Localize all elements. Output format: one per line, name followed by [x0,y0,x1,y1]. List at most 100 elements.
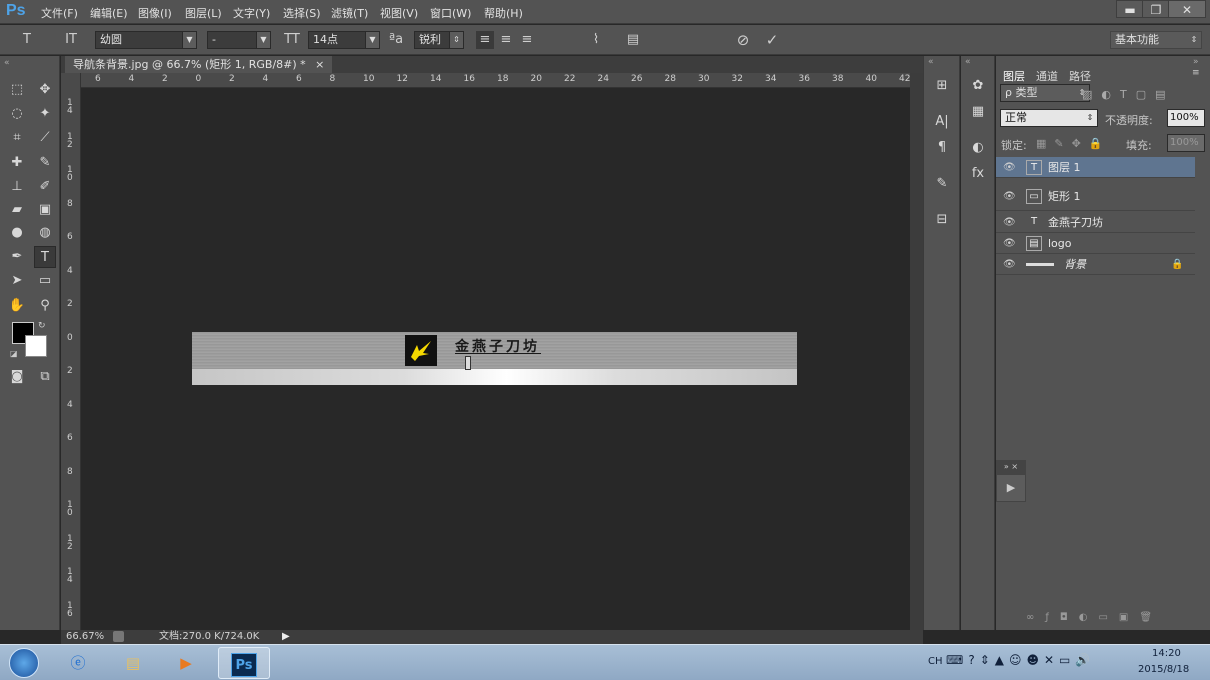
clock-date[interactable]: 2015/8/18 [1138,664,1189,675]
tab-paths[interactable]: 路径 [1069,68,1091,84]
nav-banner-artwork[interactable]: 金燕子刀坊 [192,332,797,385]
collapse-toolbox-icon[interactable]: « [4,58,10,68]
align-center-icon[interactable]: ≡ [497,31,515,49]
close-tab-icon[interactable]: × [315,58,324,71]
background-color-swatch[interactable] [25,335,47,357]
expand-dock-icon[interactable]: « [965,57,971,67]
adjustments-panel-icon[interactable]: ◐ [968,138,988,158]
expand-dock-icon[interactable]: « [928,57,934,67]
close-window-button[interactable]: ✕ [1168,0,1206,18]
restore-button[interactable]: ❐ [1142,0,1170,18]
photoshop-taskbar-icon[interactable]: Ps [218,647,270,679]
actions-play-icon[interactable]: ▶ [996,474,1026,502]
layer-row[interactable]: 👁 ▤ logo [996,233,1195,254]
visibility-eye-icon[interactable]: 👁 [1003,157,1016,178]
eyedropper-tool-icon[interactable]: ⟋ [34,127,56,149]
properties-panel-icon[interactable]: ⊟ [932,210,952,230]
visibility-eye-icon[interactable]: 👁 [1003,212,1016,233]
brush-panel-icon[interactable]: ✎ [932,174,952,194]
warp-text-icon[interactable]: ⌇ [587,31,605,49]
path-selection-tool-icon[interactable]: ➤ [6,270,28,292]
styles-panel-icon[interactable]: fx [968,164,988,184]
menu-help[interactable]: 帮助(H) [484,5,523,21]
antialias-select[interactable]: 锐利 ⇕ [414,31,464,49]
media-player-icon[interactable]: ▶ [164,647,208,679]
swatches-panel-icon[interactable]: ▦ [968,102,988,122]
tab-channels[interactable]: 通道 [1036,68,1058,84]
crop-tool-icon[interactable]: ⌗ [6,127,28,149]
menu-window[interactable]: 窗口(W) [430,5,471,21]
input-language[interactable]: CH [928,656,943,667]
history-panel-icon[interactable]: ⊞ [932,76,952,96]
zoom-tool-icon[interactable]: ⚲ [34,295,56,317]
fill-input[interactable]: 100% [1167,134,1205,152]
file-explorer-icon[interactable]: ▤ [111,647,155,679]
eraser-tool-icon[interactable]: ▰ [6,199,28,221]
document-tab[interactable]: 导航条背景.jpg @ 66.7% (矩形 1, RGB/8#) * × [65,56,333,73]
layer-row[interactable]: 👁 背景 🔒 [996,254,1195,275]
tab-layers[interactable]: 图层 [1003,68,1025,84]
pen-tool-icon[interactable]: ✒ [6,246,28,268]
character-panel-icon[interactable]: A| [932,112,952,132]
marquee-tool-icon[interactable]: ⬚ [6,79,28,101]
font-style-select[interactable]: - ▼ [207,31,271,49]
blend-mode-select[interactable]: 正常 ⇕ [1000,109,1098,127]
history-brush-tool-icon[interactable]: ✐ [34,176,56,198]
clock-time[interactable]: 14:20 [1152,648,1181,659]
cancel-icon[interactable]: ⊘ [734,31,752,49]
move-tool-icon[interactable]: ✥ [34,79,56,101]
menu-edit[interactable]: 编辑(E) [90,5,128,21]
magic-wand-tool-icon[interactable]: ✦ [34,103,56,125]
lasso-tool-icon[interactable]: ◌ [6,103,28,125]
workspace-select[interactable]: 基本功能 ⇕ [1110,31,1202,49]
filter-icons[interactable]: ▨◐T▢▤ [1082,88,1175,101]
layer-filter-select[interactable]: ρ 类型 ⇕ [1000,84,1090,102]
zoom-level[interactable]: 66.67% [66,630,104,644]
text-orientation-icon[interactable]: IT [62,31,80,49]
lock-icon[interactable]: 🔒 [1171,254,1183,275]
collapse-panel-icon[interactable]: » [1193,57,1199,67]
menu-filter[interactable]: 滤镜(T) [331,5,368,21]
layer-row[interactable]: 👁 ▭ 矩形 1 [996,183,1195,211]
menu-view[interactable]: 视图(V) [380,5,418,21]
status-menu-arrow-icon[interactable]: ▶ [282,630,290,644]
layer-row[interactable]: 👁 T 金燕子刀坊 [996,212,1195,233]
paragraph-panel-icon[interactable]: ¶ [932,138,952,158]
text-cursor-handle[interactable] [465,356,471,370]
font-family-select[interactable]: 幼圆 ▼ [95,31,197,49]
align-left-icon[interactable]: ≡ [476,31,494,49]
brush-tool-icon[interactable]: ✎ [34,152,56,174]
blur-tool-icon[interactable]: ● [6,222,28,244]
system-tray-icons[interactable]: ⌨?⇕▲☺☻✕▭🔊 [946,653,1095,667]
color-panel-icon[interactable]: ✿ [968,76,988,96]
vertical-scrollbar[interactable] [910,73,923,630]
menu-layer[interactable]: 图层(L) [185,5,222,21]
layer-row[interactable]: 👁 T 图层 1 [996,157,1195,178]
type-tool-icon[interactable]: T [34,246,56,268]
layer-bottom-toolbar[interactable]: ∞ƒ◘◐▭▣🗑 [1026,612,1163,623]
swap-colors-icon[interactable]: ↻ [38,321,46,331]
menu-file[interactable]: 文件(F) [41,5,78,21]
menu-image[interactable]: 图像(I) [138,5,172,21]
internet-explorer-icon[interactable]: ⓔ [56,647,100,679]
character-panel-icon[interactable]: ▤ [624,31,642,49]
hand-tool-icon[interactable]: ✋ [6,295,28,317]
start-button-icon[interactable] [4,647,44,679]
default-colors-icon[interactable]: ◪ [10,349,18,358]
font-size-select[interactable]: 14点 ▼ [308,31,380,49]
healing-brush-tool-icon[interactable]: ✚ [6,152,28,174]
align-right-icon[interactable]: ≡ [518,31,536,49]
visibility-eye-icon[interactable]: 👁 [1003,233,1016,254]
screen-mode-icon[interactable]: ⧉ [34,366,56,388]
type-tool-preset-icon[interactable]: T [18,31,36,49]
menu-select[interactable]: 选择(S) [283,5,321,21]
quick-mask-icon[interactable]: ◙ [6,366,28,388]
opacity-input[interactable]: 100% [1167,109,1205,127]
clone-stamp-tool-icon[interactable]: ⊥ [6,176,28,198]
panel-menu-icon[interactable]: ≡ [1192,68,1200,78]
minimize-button[interactable]: ▬ [1116,0,1144,18]
visibility-eye-icon[interactable]: 👁 [1003,183,1016,211]
collapsed-panel-header[interactable]: » × [996,460,1026,474]
visibility-eye-icon[interactable]: 👁 [1003,254,1016,275]
gradient-tool-icon[interactable]: ▣ [34,199,56,221]
